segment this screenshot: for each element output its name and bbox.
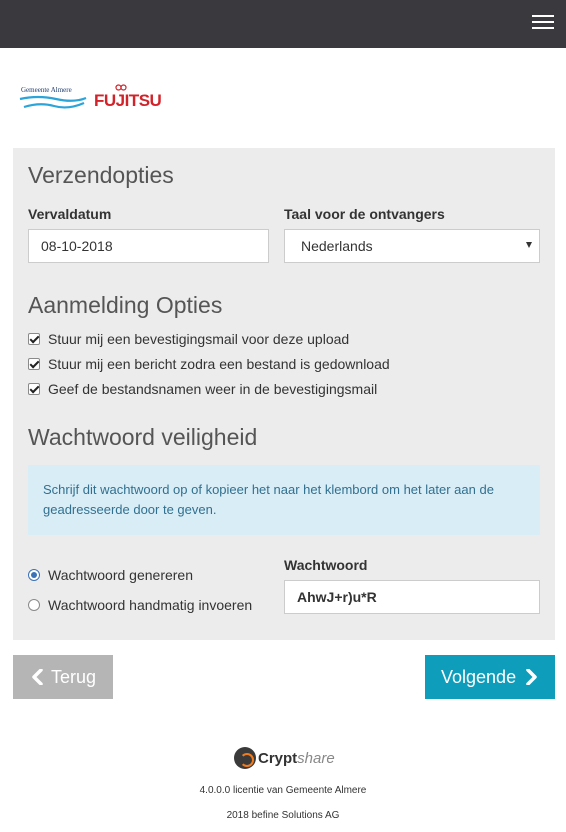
cryptshare-logo: Cryptshare <box>234 747 344 771</box>
chevron-right-icon <box>526 669 537 685</box>
radio-unselected-icon[interactable] <box>28 599 40 611</box>
select-caret-icon <box>526 242 532 248</box>
checkbox-checked-icon[interactable] <box>28 333 40 345</box>
cryptshare-logo-text: Cryptshare <box>258 750 335 767</box>
taal-select[interactable]: Nederlands <box>284 229 540 263</box>
checkbox-label: Geef de bestandsnamen weer in de bevesti… <box>48 381 378 397</box>
upload-options-panel: Verzendopties Vervaldatum 08-10-2018 Taa… <box>13 148 555 640</box>
almere-logo-icon <box>19 95 87 109</box>
checkbox-label: Stuur mij een bericht zodra een bestand … <box>48 356 390 372</box>
license-text: 4.0.0.0 licentie van Gemeente Almere <box>199 785 367 796</box>
hamburger-menu-icon[interactable] <box>532 15 554 33</box>
section-title-wachtwoord: Wachtwoord veiligheid <box>28 424 258 450</box>
copyright-text: 2018 befine Solutions AG <box>226 810 340 821</box>
next-button[interactable]: Volgende <box>425 655 555 699</box>
header-logos: Gemeente Almere FUJITSU <box>18 80 178 120</box>
vervaldatum-input[interactable]: 08-10-2018 <box>28 229 269 263</box>
wachtwoord-input[interactable]: AhwJ+r)u*R <box>284 580 540 614</box>
checkbox-checked-icon[interactable] <box>28 383 40 395</box>
radio-label: Wachtwoord genereren <box>48 567 194 583</box>
section-title-aanmelding: Aanmelding Opties <box>28 292 223 318</box>
taal-label: Taal voor de ontvangers <box>284 206 445 222</box>
taal-select-value: Nederlands <box>301 238 373 254</box>
top-navbar <box>0 0 566 48</box>
section-title-verzendopties: Verzendopties <box>28 162 174 188</box>
chevron-left-icon <box>32 669 43 685</box>
back-button-label: Terug <box>51 667 97 687</box>
cryptshare-logo-icon <box>234 747 256 769</box>
fujitsu-logo-text: FUJITSU <box>94 91 162 110</box>
checkbox-checked-icon[interactable] <box>28 358 40 370</box>
radio-label: Wachtwoord handmatig invoeren <box>48 597 253 613</box>
vervaldatum-label: Vervaldatum <box>28 206 112 222</box>
next-button-label: Volgende <box>441 667 517 687</box>
radio-selected-icon[interactable] <box>28 569 40 581</box>
back-button[interactable]: Terug <box>13 655 113 699</box>
password-info-alert: Schrijf dit wachtwoord op of kopieer het… <box>28 465 540 535</box>
wachtwoord-label: Wachtwoord <box>284 557 368 573</box>
checkbox-label: Stuur mij een bevestigingsmail voor deze… <box>48 331 350 347</box>
